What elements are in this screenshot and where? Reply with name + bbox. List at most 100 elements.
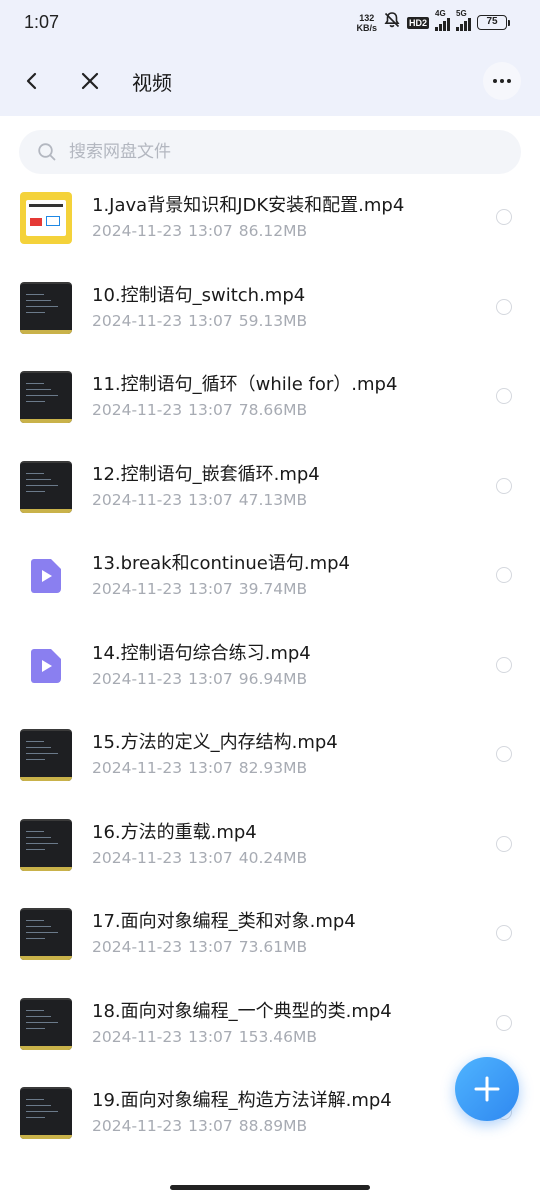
file-date: 2024-11-23 — [92, 401, 183, 419]
video-thumbnail — [20, 908, 72, 960]
video-thumbnail — [20, 729, 72, 781]
battery-tip — [508, 19, 510, 26]
file-meta: 2024-11-23 13:07 153.46MB — [92, 1028, 323, 1046]
file-time: 13:07 — [188, 401, 233, 419]
file-size: 88.89MB — [238, 1117, 308, 1135]
more-options-button[interactable] — [483, 62, 521, 100]
select-radio[interactable] — [496, 298, 512, 315]
file-meta: 2024-11-23 13:07 78.66MB — [92, 401, 313, 419]
status-icons: 132 KB/s HD2 4G 5G 75 — [356, 9, 510, 34]
file-row[interactable]: 1.Java背景知识和JDK安装和配置.mp4 2024-11-23 13:07 86… — [0, 180, 540, 270]
video-file-icon — [20, 640, 72, 692]
file-name: 19.面向对象编程_构造方法详解.mp4 — [92, 1090, 392, 1111]
more-dot-icon — [507, 79, 511, 83]
select-radio[interactable] — [496, 835, 512, 852]
hd-badge: HD2 — [406, 16, 429, 29]
file-name: 16.方法的重载.mp4 — [92, 821, 257, 843]
file-meta: 2024-11-23 13:07 73.61MB — [92, 938, 313, 956]
status-bar: 1:07 132 KB/s HD2 4G 5G 75 — [0, 0, 540, 46]
file-date: 2024-11-23 — [92, 1117, 183, 1135]
file-size: 47.13MB — [238, 490, 308, 509]
file-meta: 2024-11-23 13:07 39.74MB — [92, 580, 313, 598]
file-date: 2024-11-23 — [92, 1027, 183, 1046]
add-button[interactable] — [455, 1057, 519, 1121]
mute-bell-icon — [383, 11, 401, 34]
select-radio[interactable] — [496, 477, 512, 494]
file-name: 14.控制语句综合练习.mp4 — [92, 642, 311, 664]
back-button[interactable] — [14, 63, 50, 99]
select-radio[interactable] — [496, 1014, 512, 1031]
file-row[interactable]: 13.break和continue语句.mp4 2024-11-23 13:07 39… — [0, 538, 540, 628]
file-size: 82.93MB — [238, 759, 308, 777]
search-input[interactable] — [69, 130, 499, 174]
file-size: 40.24MB — [238, 848, 308, 867]
file-row[interactable]: 14.控制语句综合练习.mp4 2024-11-23 13:07 96.94MB — [0, 628, 540, 718]
video-thumbnail — [20, 192, 72, 244]
file-date: 2024-11-23 — [92, 490, 183, 509]
file-time: 13:07 — [188, 1117, 233, 1135]
file-size: 153.46MB — [238, 1027, 318, 1046]
file-size: 39.74MB — [238, 580, 308, 598]
video-thumbnail — [20, 371, 72, 423]
header-bar: 视频 — [0, 46, 540, 116]
file-name: 17.面向对象编程_类和对象.mp4 — [92, 911, 356, 932]
file-name: 1.Java背景知识和JDK安装和配置.mp4 — [92, 195, 405, 216]
more-dot-icon — [500, 79, 504, 83]
select-radio[interactable] — [496, 925, 512, 941]
file-meta: 2024-11-23 13:07 88.89MB — [92, 1117, 313, 1135]
file-size: 86.12MB — [238, 222, 308, 240]
more-dot-icon — [493, 79, 497, 83]
file-time: 13:07 — [188, 580, 233, 598]
select-radio[interactable] — [496, 388, 512, 404]
select-radio[interactable] — [496, 746, 512, 762]
file-time: 13:07 — [188, 1027, 233, 1046]
file-name: 12.控制语句_嵌套循环.mp4 — [92, 463, 320, 485]
search-bar[interactable] — [19, 130, 521, 174]
file-meta: 2024-11-23 13:07 40.24MB — [92, 849, 313, 867]
file-row[interactable]: 11.控制语句_循环（while for）.mp4 2024-11-23 13:07… — [0, 359, 540, 449]
file-date: 2024-11-23 — [92, 938, 183, 956]
file-time: 13:07 — [188, 759, 233, 777]
select-radio[interactable] — [496, 567, 512, 583]
file-size: 96.94MB — [238, 669, 308, 688]
file-row[interactable]: 15.方法的定义_内存结构.mp4 2024-11-23 13:07 82.93MB — [0, 717, 540, 807]
file-meta: 2024-11-23 13:07 96.94MB — [92, 670, 313, 688]
file-size: 59.13MB — [238, 311, 308, 330]
signal-5g-icon: 5G — [456, 9, 471, 31]
file-date: 2024-11-23 — [92, 759, 183, 777]
file-date: 2024-11-23 — [92, 311, 183, 330]
file-row[interactable]: 12.控制语句_嵌套循环.mp4 2024-11-23 13:07 47.13MB — [0, 449, 540, 539]
file-list: 1.Java背景知识和JDK安装和配置.mp4 2024-11-23 13:07 86… — [0, 180, 540, 1165]
file-time: 13:07 — [188, 848, 233, 867]
file-time: 13:07 — [188, 669, 233, 688]
home-indicator[interactable] — [170, 1185, 370, 1190]
battery-icon: 75 — [477, 15, 507, 30]
file-size: 73.61MB — [238, 938, 308, 956]
file-time: 13:07 — [188, 490, 233, 509]
video-file-icon — [20, 550, 72, 602]
video-thumbnail — [20, 818, 72, 871]
file-date: 2024-11-23 — [92, 848, 183, 867]
file-name: 18.面向对象编程_一个典型的类.mp4 — [92, 1000, 392, 1022]
plus-icon — [474, 1076, 500, 1102]
select-radio[interactable] — [496, 209, 512, 225]
file-row[interactable]: 10.控制语句_switch.mp4 2024-11-23 13:07 59.13MB — [0, 270, 540, 360]
file-name: 15.方法的定义_内存结构.mp4 — [92, 732, 338, 753]
file-row[interactable]: 17.面向对象编程_类和对象.mp4 2024-11-23 13:07 73.61MB — [0, 896, 540, 986]
close-icon — [81, 72, 99, 90]
file-row[interactable]: 18.面向对象编程_一个典型的类.mp4 2024-11-23 13:07 153.4… — [0, 986, 540, 1076]
video-thumbnail — [20, 281, 72, 334]
video-thumbnail — [20, 1087, 72, 1139]
file-size: 78.66MB — [238, 401, 308, 419]
select-radio[interactable] — [496, 656, 512, 673]
chevron-left-icon — [26, 72, 37, 90]
file-name: 11.控制语句_循环（while for）.mp4 — [92, 374, 398, 395]
close-button[interactable] — [72, 63, 108, 99]
video-thumbnail — [20, 997, 72, 1050]
file-date: 2024-11-23 — [92, 580, 183, 598]
file-row[interactable]: 16.方法的重载.mp4 2024-11-23 13:07 40.24MB — [0, 807, 540, 897]
file-date: 2024-11-23 — [92, 222, 183, 240]
search-icon — [38, 143, 56, 161]
file-meta: 2024-11-23 13:07 47.13MB — [92, 491, 313, 509]
status-time: 1:07 — [24, 12, 60, 32]
